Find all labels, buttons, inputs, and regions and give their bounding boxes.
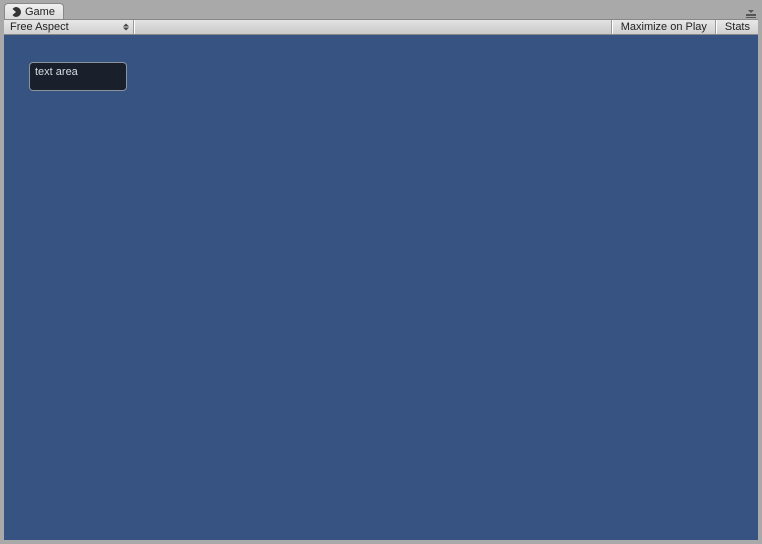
toolbar-spacer — [134, 20, 612, 34]
text-area-label: text area — [35, 66, 78, 78]
sort-arrows-icon — [123, 24, 129, 31]
options-menu-icon[interactable] — [744, 10, 758, 18]
text-area[interactable]: text area — [29, 62, 127, 91]
aspect-dropdown[interactable]: Free Aspect — [4, 20, 134, 34]
aspect-dropdown-label: Free Aspect — [10, 21, 69, 33]
tab-label: Game — [25, 6, 55, 18]
stats-button[interactable]: Stats — [716, 20, 758, 34]
tab-game[interactable]: Game — [4, 3, 64, 19]
pacman-icon — [11, 7, 21, 17]
toolbar: Free Aspect Maximize on Play Stats — [4, 19, 758, 35]
game-view: text area — [4, 35, 758, 540]
tab-bar: Game — [0, 0, 762, 19]
maximize-on-play-button[interactable]: Maximize on Play — [612, 20, 716, 34]
maximize-label: Maximize on Play — [621, 21, 707, 33]
stats-label: Stats — [725, 21, 750, 33]
